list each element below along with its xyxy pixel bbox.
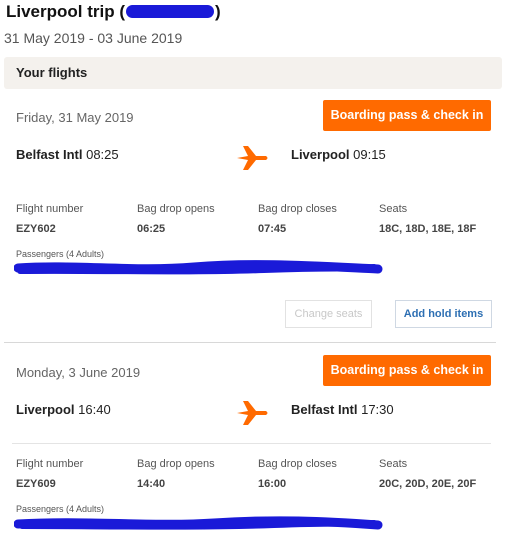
change-seats-button[interactable]: Change seats (285, 300, 372, 328)
plane-icon (237, 401, 268, 425)
bag-drop-opens-label: Bag drop opens (137, 458, 215, 470)
flight-number-label: Flight number (16, 203, 84, 215)
flight-number: EZY609 (16, 478, 56, 490)
bag-drop-opens: 14:40 (137, 478, 166, 490)
arrival-airport: Belfast Intl (291, 402, 358, 417)
bag-drop-closes: 07:45 (258, 223, 287, 235)
flights-header: Your flights (4, 57, 502, 89)
arrival: Belfast Intl 17:30 (291, 402, 394, 417)
plane-icon (237, 146, 268, 170)
flights-header-label: Your flights (16, 65, 88, 80)
departure: Belfast Intl 08:25 (16, 147, 119, 162)
bag-drop-closes: 16:00 (258, 478, 287, 490)
seats-label: Seats (379, 203, 408, 215)
trip-dates: 31 May 2019 - 03 June 2019 (4, 30, 183, 46)
trip-title-suffix: ) (215, 2, 221, 21)
add-hold-items-button[interactable]: Add hold items (395, 300, 492, 328)
departure-airport: Liverpool (16, 402, 75, 417)
departure-time: 08:25 (86, 147, 119, 162)
flight-number-label: Flight number (16, 458, 84, 470)
redaction-mark (126, 5, 214, 18)
flight-date: Monday, 3 June 2019 (16, 365, 141, 380)
flight-number: EZY602 (16, 223, 56, 235)
bag-drop-opens: 06:25 (137, 223, 166, 235)
arrival-airport: Liverpool (291, 147, 350, 162)
bag-drop-closes-label: Bag drop closes (258, 203, 337, 215)
arrival-time: 17:30 (361, 402, 394, 417)
flight-date: Friday, 31 May 2019 (16, 110, 134, 125)
bag-drop-opens-label: Bag drop opens (137, 203, 215, 215)
redaction-scribble (14, 260, 383, 275)
trip-title: Liverpool trip () (6, 2, 221, 22)
arrival-time: 09:15 (353, 147, 386, 162)
departure: Liverpool 16:40 (16, 402, 111, 417)
seats: 20C, 20D, 20E, 20F (379, 478, 477, 490)
divider (12, 443, 491, 444)
departure-airport: Belfast Intl (16, 147, 83, 162)
seats: 18C, 18D, 18E, 18F (379, 223, 477, 235)
divider (4, 342, 496, 343)
boarding-pass-button[interactable]: Boarding pass & check in (323, 355, 491, 386)
bag-drop-closes-label: Bag drop closes (258, 458, 337, 470)
boarding-pass-button[interactable]: Boarding pass & check in (323, 100, 491, 131)
trip-title-text: Liverpool trip ( (6, 2, 125, 21)
departure-time: 16:40 (78, 402, 111, 417)
redaction-scribble (14, 516, 383, 530)
arrival: Liverpool 09:15 (291, 147, 386, 162)
seats-label: Seats (379, 458, 408, 470)
